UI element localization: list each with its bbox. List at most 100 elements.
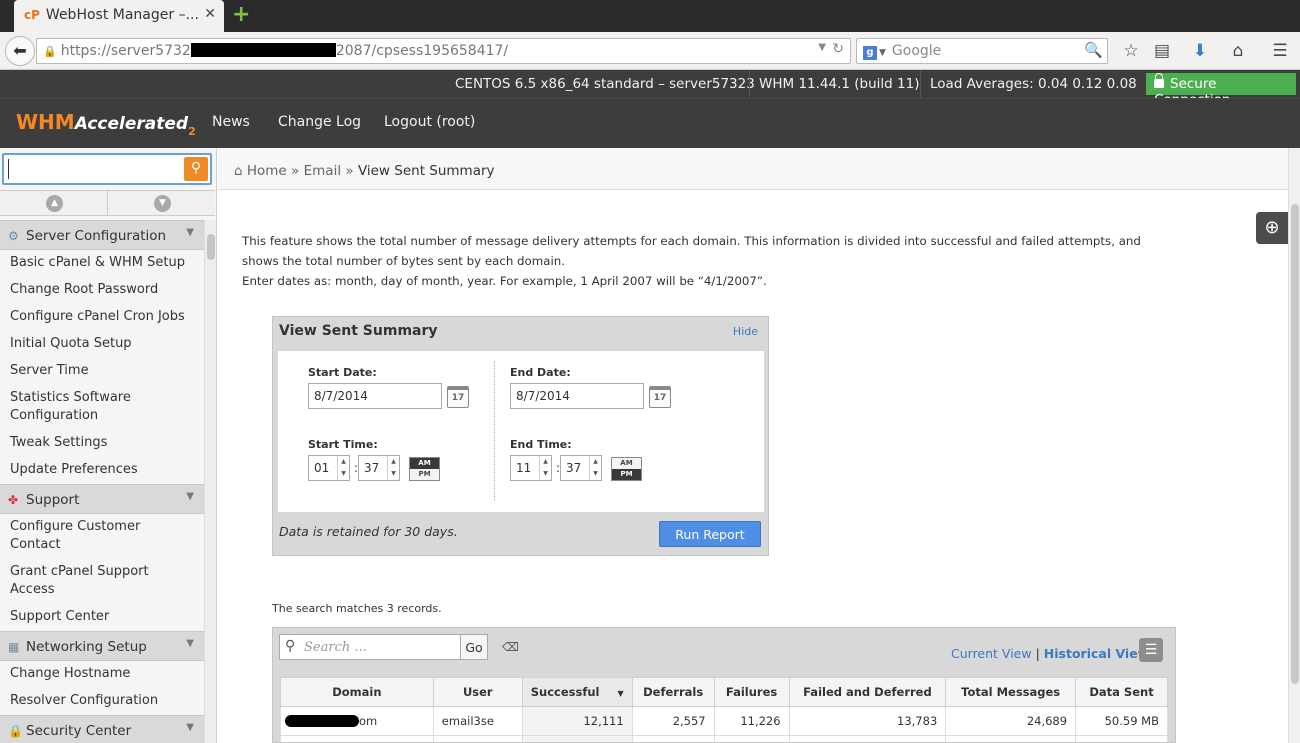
end-date-input[interactable]: 8/7/2014	[510, 383, 644, 409]
cell-domain[interactable]: om	[280, 706, 434, 736]
chevron-down-icon[interactable]: ▼	[186, 491, 194, 502]
sidebar-item-support-center[interactable]: Support Center	[0, 604, 204, 631]
url-dropdown-icon[interactable]: ▼	[818, 42, 826, 53]
sidebar-item-tweak-settings[interactable]: Tweak Settings	[0, 430, 204, 457]
new-tab-icon[interactable]: +	[232, 4, 252, 26]
reload-icon[interactable]: ↻	[832, 41, 844, 57]
lifebuoy-help-icon[interactable]: ⊕	[1256, 212, 1288, 244]
sidebar-item-change-root-password[interactable]: Change Root Password	[0, 277, 204, 304]
sidebar-item-customer-contact[interactable]: Configure Customer Contact	[0, 514, 204, 559]
bookmark-star-icon[interactable]: ☆	[1121, 41, 1141, 61]
home-icon[interactable]: ⌂	[1228, 41, 1248, 61]
historical-view-link[interactable]: Historical View	[1044, 646, 1149, 661]
sidebar-item-change-hostname[interactable]: Change Hostname	[0, 661, 204, 688]
breadcrumb-email[interactable]: Email	[304, 163, 341, 179]
col-failed-deferred[interactable]: Failed and Deferred	[788, 677, 947, 707]
cell-failures	[713, 735, 790, 742]
start-hour-stepper[interactable]: 01 ▲ ▼	[308, 455, 350, 481]
end-hour-stepper[interactable]: 11 ▲ ▼	[510, 455, 552, 481]
sidebar-item-basic-setup[interactable]: Basic cPanel & WHM Setup	[0, 250, 204, 277]
chevron-down-icon[interactable]: ▼	[186, 227, 194, 238]
cell-failures: 11,226	[713, 706, 790, 736]
am-option[interactable]: AM	[612, 458, 641, 469]
end-minute-stepper[interactable]: 37 ▲ ▼	[560, 455, 602, 481]
sidebar-section-networking[interactable]: ▦ Networking Setup ▼	[0, 631, 204, 661]
go-button[interactable]: Go	[460, 634, 488, 660]
home-icon[interactable]: ⌂	[234, 163, 243, 179]
start-minute-stepper[interactable]: 37 ▲ ▼	[358, 455, 400, 481]
breadcrumb-home[interactable]: Home	[247, 163, 287, 179]
reading-list-icon[interactable]: ▤	[1152, 41, 1172, 61]
back-arrow-icon[interactable]: ⬅	[5, 36, 35, 66]
stepper-arrows-icon[interactable]: ▲ ▼	[387, 456, 399, 480]
sidebar-search-input[interactable]	[8, 159, 178, 179]
start-ampm-toggle[interactable]: AM PM	[409, 457, 440, 481]
menu-icon[interactable]: ☰	[1270, 41, 1290, 61]
sidebar-menu: ⚙ Server Configuration ▼ Basic cPanel & WH…	[0, 220, 204, 743]
pm-option[interactable]: PM	[410, 469, 439, 480]
browser-tab[interactable]: cP WebHost Manager –... ✕	[14, 0, 224, 32]
list-view-icon[interactable]: ☰	[1139, 638, 1163, 662]
sidebar-item-server-time[interactable]: Server Time	[0, 358, 204, 385]
stepper-arrows-icon[interactable]: ▲ ▼	[539, 456, 551, 480]
end-ampm-toggle[interactable]: AM PM	[611, 457, 642, 481]
start-date-label: Start Date:	[308, 366, 377, 379]
section-title: Security Center	[26, 723, 132, 739]
col-data-sent[interactable]: Data Sent	[1075, 677, 1168, 707]
download-icon[interactable]: ⬇	[1190, 41, 1210, 61]
chevron-down-icon[interactable]: ▼	[186, 722, 194, 733]
scroll-up-button[interactable]: ▲	[0, 191, 107, 216]
start-date-input[interactable]: 8/7/2014	[308, 383, 442, 409]
sidebar-item-initial-quota[interactable]: Initial Quota Setup	[0, 331, 204, 358]
view-sent-summary-panel: View Sent Summary Hide Start Date: 8/7/2…	[272, 316, 769, 556]
hide-link[interactable]: Hide	[733, 325, 758, 338]
current-view-link[interactable]: Current View	[951, 646, 1032, 661]
support-icon: ✤	[8, 493, 19, 507]
am-option[interactable]: AM	[410, 458, 439, 469]
col-domain[interactable]: Domain	[280, 677, 434, 707]
engine-dropdown-icon[interactable]: ▼	[879, 48, 886, 58]
nav-news[interactable]: News	[212, 114, 250, 130]
stepper-arrows-icon[interactable]: ▲ ▼	[589, 456, 601, 480]
nav-logout[interactable]: Logout (root)	[384, 114, 475, 130]
close-tab-icon[interactable]: ✕	[204, 6, 216, 22]
browser-search-bar[interactable]: g ▼ Google 🔍	[856, 38, 1108, 64]
scroll-down-button[interactable]: ▼	[107, 191, 214, 216]
sidebar-section-server-configuration[interactable]: ⚙ Server Configuration ▼	[0, 220, 204, 250]
whm-logo[interactable]: WHMAccelerated2	[16, 110, 196, 138]
sidebar-item-cron-jobs[interactable]: Configure cPanel Cron Jobs	[0, 304, 204, 331]
breadcrumb-separator: »	[291, 163, 300, 179]
sidebar-section-support[interactable]: ✤ Support ▼	[0, 484, 204, 514]
calendar-icon[interactable]: 17	[447, 386, 469, 408]
sidebar-item-resolver-configuration[interactable]: Resolver Configuration	[0, 688, 204, 715]
section-title: Support	[26, 492, 80, 508]
clear-filter-icon[interactable]: ⌫	[502, 640, 519, 654]
search-icon[interactable]: ⚲	[184, 157, 208, 181]
whm-version: WHM 11.44.1 (build 11)	[759, 76, 920, 92]
main-scrollbar[interactable]	[1288, 148, 1300, 743]
google-icon: g	[863, 46, 877, 60]
chevron-down-icon[interactable]: ▼	[186, 638, 194, 649]
sidebar-scrollbar[interactable]	[204, 220, 216, 743]
scrollbar-thumb[interactable]	[1291, 204, 1299, 684]
table-search-input[interactable]: ⚲ Search ...	[279, 634, 461, 660]
url-bar[interactable]: 🔒 https://server5732 2087/cpsess195658417/…	[36, 38, 851, 64]
col-total-messages[interactable]: Total Messages	[945, 677, 1077, 707]
stepper-arrows-icon[interactable]: ▲ ▼	[337, 456, 349, 480]
cell-data-sent	[1075, 735, 1168, 742]
pm-option[interactable]: PM	[612, 469, 641, 480]
col-failures[interactable]: Failures	[713, 677, 790, 707]
run-report-button[interactable]: Run Report	[659, 521, 761, 547]
sidebar-item-support-access[interactable]: Grant cPanel Support Access	[0, 559, 204, 604]
scrollbar-thumb[interactable]	[207, 234, 215, 260]
col-deferrals[interactable]: Deferrals	[631, 677, 715, 707]
col-successful[interactable]: Successful ▼	[521, 677, 633, 707]
sidebar-section-security-center[interactable]: 🔒 Security Center ▼	[0, 715, 204, 743]
col-user[interactable]: User	[432, 677, 523, 707]
search-icon[interactable]: 🔍	[1084, 41, 1103, 59]
sidebar-item-statistics-software[interactable]: Statistics Software Configuration	[0, 385, 204, 430]
sidebar-item-update-preferences[interactable]: Update Preferences	[0, 457, 204, 484]
calendar-icon[interactable]: 17	[649, 386, 671, 408]
nav-change-log[interactable]: Change Log	[278, 114, 361, 130]
end-time-label: End Time:	[510, 438, 572, 451]
